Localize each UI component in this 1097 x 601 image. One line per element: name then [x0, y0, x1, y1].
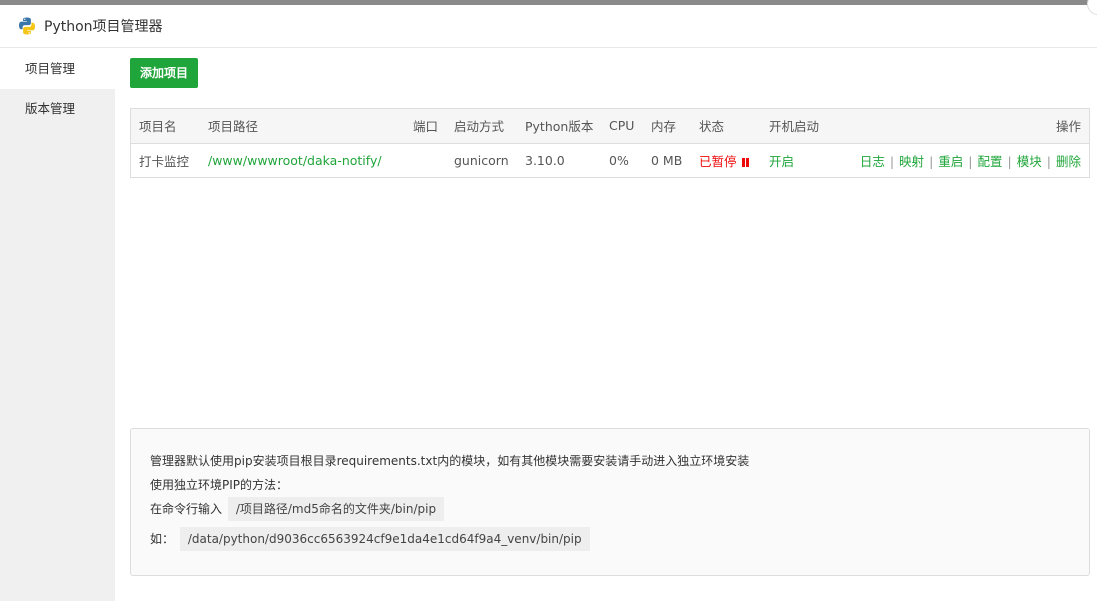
- delete-link[interactable]: 删除: [1056, 154, 1081, 169]
- separator: |: [929, 153, 934, 169]
- window-title: Python项目管理器: [44, 19, 163, 35]
- pause-icon[interactable]: [741, 157, 749, 167]
- col-header-autostart: 开机启动: [769, 119, 820, 135]
- note-line-4: 如： /data/python/d9036cc6563924cf9e1da4e1…: [150, 527, 1070, 551]
- col-header-memory: 内存: [651, 119, 677, 135]
- main-content: 添加项目 项目名 项目路径 端口 启动方式 Python版本 CPU 内存 状态…: [130, 58, 1090, 601]
- col-header-name: 项目名: [139, 119, 177, 135]
- note-line-3: 在命令行输入 /项目路径/md5命名的文件夹/bin/pip: [150, 497, 1070, 521]
- sidebar-item-project-management[interactable]: 项目管理: [0, 49, 115, 89]
- add-project-button[interactable]: 添加项目: [130, 58, 199, 88]
- col-header-python-version: Python版本: [525, 119, 594, 135]
- col-header-operations: 操作: [1055, 119, 1081, 135]
- col-header-cpu: CPU: [609, 118, 635, 134]
- col-header-port: 端口: [413, 119, 439, 135]
- config-link[interactable]: 配置: [978, 154, 1003, 169]
- sidebar: 项目管理 版本管理: [0, 49, 115, 601]
- project-table: 项目名 项目路径 端口 启动方式 Python版本 CPU 内存 状态 开机启动…: [130, 108, 1090, 178]
- pip-help-note: 管理器默认使用pip安装项目根目录requirements.txt内的模块，如有…: [130, 428, 1090, 576]
- mapping-link[interactable]: 映射: [899, 154, 924, 169]
- title-bar: Python项目管理器: [0, 5, 1097, 48]
- modules-link[interactable]: 模块: [1017, 154, 1042, 169]
- separator: |: [1007, 153, 1012, 169]
- note-line-4-label: 如：: [150, 532, 175, 546]
- project-name: 打卡监控: [139, 153, 190, 169]
- note-line-1: 管理器默认使用pip安装项目根目录requirements.txt内的模块，如有…: [150, 454, 750, 468]
- project-port: [405, 143, 446, 177]
- restart-link[interactable]: 重启: [938, 154, 963, 169]
- project-memory: 0 MB: [651, 152, 683, 168]
- note-line-3-label: 在命令行输入: [150, 502, 223, 516]
- sidebar-item-version-management[interactable]: 版本管理: [0, 89, 115, 129]
- autostart-toggle[interactable]: 开启: [769, 154, 794, 169]
- separator: |: [1046, 153, 1051, 169]
- separator: |: [889, 153, 895, 169]
- pip-path-example-code: /data/python/d9036cc6563924cf9e1da4e1cd6…: [179, 527, 590, 551]
- project-startup: gunicorn: [454, 152, 509, 168]
- project-status[interactable]: 已暂停: [691, 143, 761, 177]
- operations-cell: 日志 | 映射 | 重启 | 配置 | 模块 | 删除: [839, 143, 1089, 177]
- python-logo-icon: [19, 17, 35, 35]
- table-row: 打卡监控 /www/wwwroot/daka-notify/ gunicorn …: [131, 143, 1089, 177]
- project-python-version: 3.10.0: [525, 152, 565, 168]
- col-header-path: 项目路径: [208, 119, 259, 135]
- separator: |: [968, 153, 973, 169]
- pip-path-template-code: /项目路径/md5命名的文件夹/bin/pip: [227, 497, 445, 521]
- project-cpu: 0%: [609, 152, 629, 168]
- col-header-startup: 启动方式: [454, 119, 505, 135]
- note-line-2: 使用独立环境PIP的方法：: [150, 478, 289, 492]
- table-header-row: 项目名 项目路径 端口 启动方式 Python版本 CPU 内存 状态 开机启动…: [131, 109, 1089, 143]
- col-header-status: 状态: [699, 119, 725, 135]
- status-text[interactable]: 已暂停: [699, 154, 737, 169]
- log-link[interactable]: 日志: [860, 154, 885, 169]
- project-path-link[interactable]: /www/wwwroot/daka-notify/: [208, 153, 382, 168]
